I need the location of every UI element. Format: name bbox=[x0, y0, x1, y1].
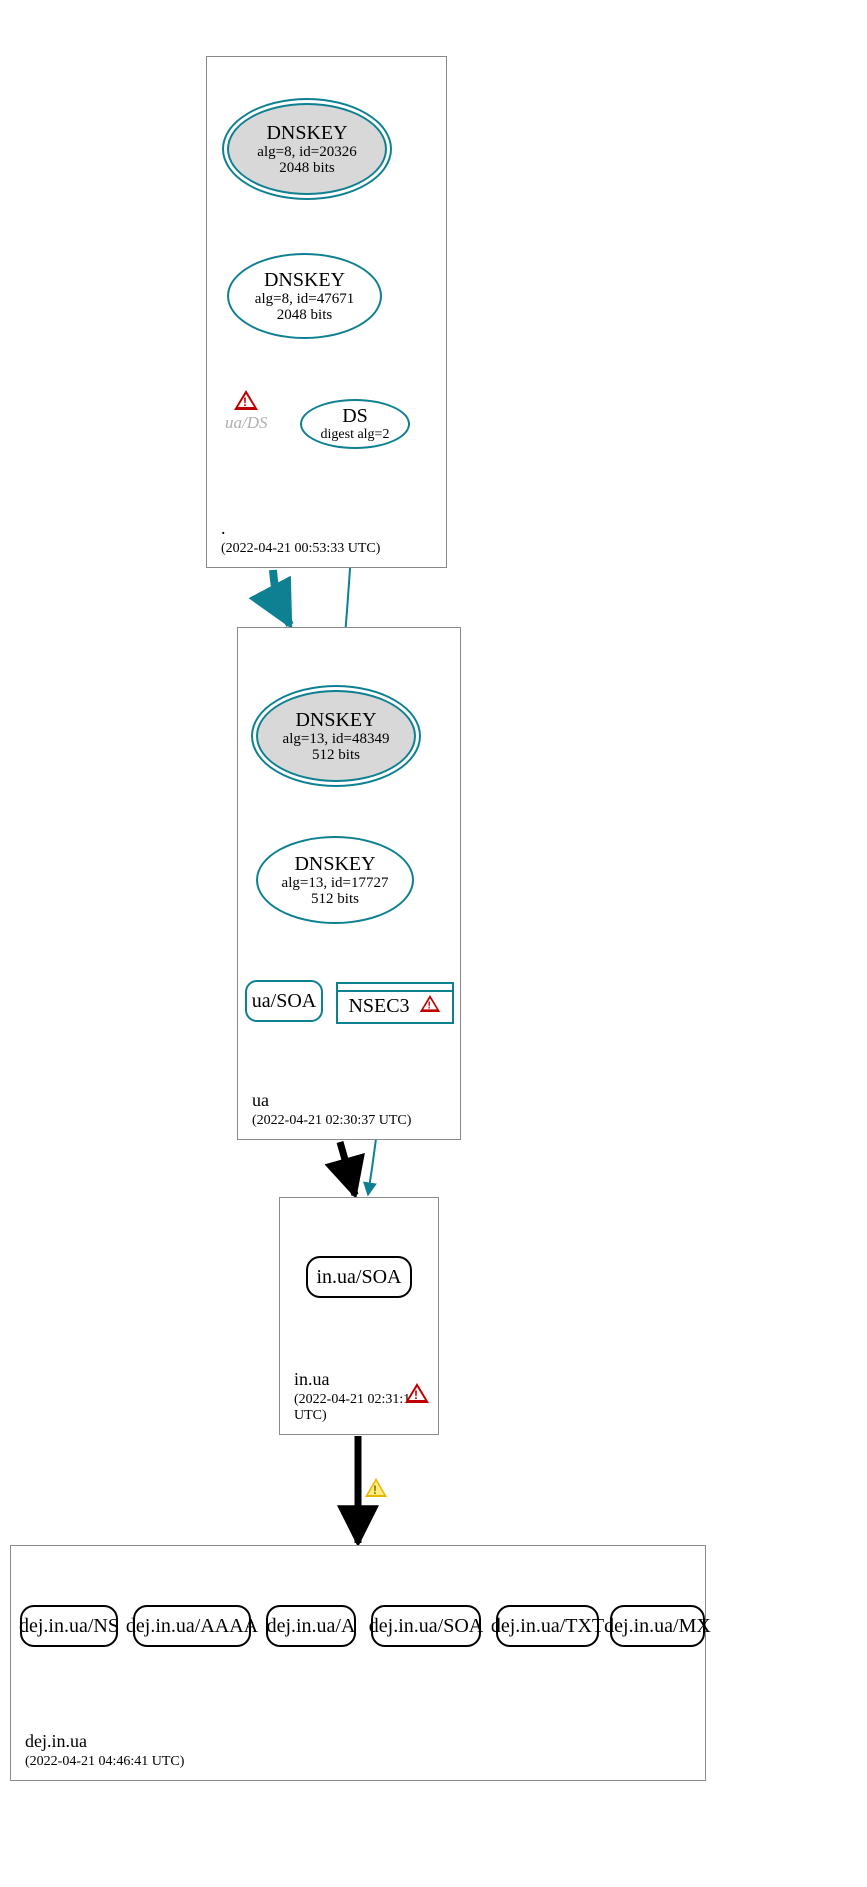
dej-ns-record: dej.in.ua/NS bbox=[20, 1605, 118, 1647]
dej-a-label: dej.in.ua/A bbox=[267, 1615, 356, 1638]
delegation-warning bbox=[365, 1478, 387, 1502]
zone-ua-label: ua bbox=[252, 1090, 411, 1111]
root-ds-title: DS bbox=[342, 405, 368, 427]
dej-aaaa-label: dej.in.ua/AAAA bbox=[126, 1615, 258, 1638]
root-ksk-bits: 2048 bits bbox=[279, 160, 334, 177]
root-ds: DS digest alg=2 bbox=[300, 399, 410, 449]
root-zsk-title: DNSKEY bbox=[264, 269, 345, 291]
warning-yellow-icon bbox=[365, 1478, 387, 1497]
ua-ksk-dnskey: DNSKEY alg=13, id=48349 512 bits bbox=[256, 690, 416, 782]
zone-root-footer: . (2022-04-21 00:53:33 UTC) bbox=[221, 518, 380, 557]
zone-ua-footer: ua (2022-04-21 02:30:37 UTC) bbox=[252, 1090, 411, 1129]
in-ua-soa-label: in.ua/SOA bbox=[317, 1266, 402, 1289]
zone-dej-in-ua-timestamp: (2022-04-21 04:46:41 UTC) bbox=[25, 1754, 184, 1770]
dej-mx-record: dej.in.ua/MX bbox=[610, 1605, 705, 1647]
zone-root-timestamp: (2022-04-21 00:53:33 UTC) bbox=[221, 541, 380, 557]
root-ksk-title: DNSKEY bbox=[266, 122, 347, 144]
ua-ksk-alg: alg=13, id=48349 bbox=[283, 731, 390, 748]
warning-icon bbox=[234, 390, 258, 410]
root-ksk-dnskey: DNSKEY alg=8, id=20326 2048 bits bbox=[227, 103, 387, 195]
root-zsk-alg: alg=8, id=47671 bbox=[255, 291, 354, 308]
root-ds-warning bbox=[234, 390, 258, 415]
root-ds-warning-label: ua/DS bbox=[225, 413, 268, 433]
ua-ksk-bits: 512 bits bbox=[312, 747, 360, 764]
dej-soa-label: dej.in.ua/SOA bbox=[369, 1615, 483, 1638]
zone-ua-timestamp: (2022-04-21 02:30:37 UTC) bbox=[252, 1113, 411, 1129]
root-zsk-bits: 2048 bits bbox=[277, 307, 332, 324]
dej-ns-label: dej.in.ua/NS bbox=[19, 1615, 119, 1638]
in-ua-zone-warning bbox=[405, 1383, 429, 1408]
root-ds-digest: digest alg=2 bbox=[321, 427, 390, 442]
ua-nsec3-label: NSEC3 bbox=[348, 995, 409, 1018]
warning-icon bbox=[419, 995, 439, 1012]
ua-soa-record: ua/SOA bbox=[245, 980, 323, 1022]
dej-soa-record: dej.in.ua/SOA bbox=[371, 1605, 481, 1647]
root-zsk-dnskey: DNSKEY alg=8, id=47671 2048 bits bbox=[227, 253, 382, 339]
zone-dej-in-ua-footer: dej.in.ua (2022-04-21 04:46:41 UTC) bbox=[25, 1731, 184, 1770]
zone-dej-in-ua: dej.in.ua (2022-04-21 04:46:41 UTC) bbox=[10, 1545, 706, 1781]
zone-root-label: . bbox=[221, 518, 380, 539]
dej-a-record: dej.in.ua/A bbox=[266, 1605, 356, 1647]
dej-mx-label: dej.in.ua/MX bbox=[604, 1615, 711, 1638]
ua-zsk-bits: 512 bits bbox=[311, 891, 359, 908]
ua-nsec3-record: NSEC3 bbox=[336, 982, 454, 1024]
dej-txt-record: dej.in.ua/TXT bbox=[496, 1605, 599, 1647]
ua-zsk-alg: alg=13, id=17727 bbox=[282, 875, 389, 892]
ua-zsk-dnskey: DNSKEY alg=13, id=17727 512 bits bbox=[256, 836, 414, 924]
ua-zsk-title: DNSKEY bbox=[294, 853, 375, 875]
ua-soa-label: ua/SOA bbox=[252, 990, 316, 1013]
warning-icon bbox=[405, 1383, 429, 1403]
dej-txt-label: dej.in.ua/TXT bbox=[491, 1615, 604, 1638]
zone-dej-in-ua-label: dej.in.ua bbox=[25, 1731, 184, 1752]
dej-aaaa-record: dej.in.ua/AAAA bbox=[133, 1605, 251, 1647]
ua-ksk-title: DNSKEY bbox=[295, 709, 376, 731]
in-ua-soa-record: in.ua/SOA bbox=[306, 1256, 412, 1298]
root-ksk-alg: alg=8, id=20326 bbox=[257, 144, 356, 161]
